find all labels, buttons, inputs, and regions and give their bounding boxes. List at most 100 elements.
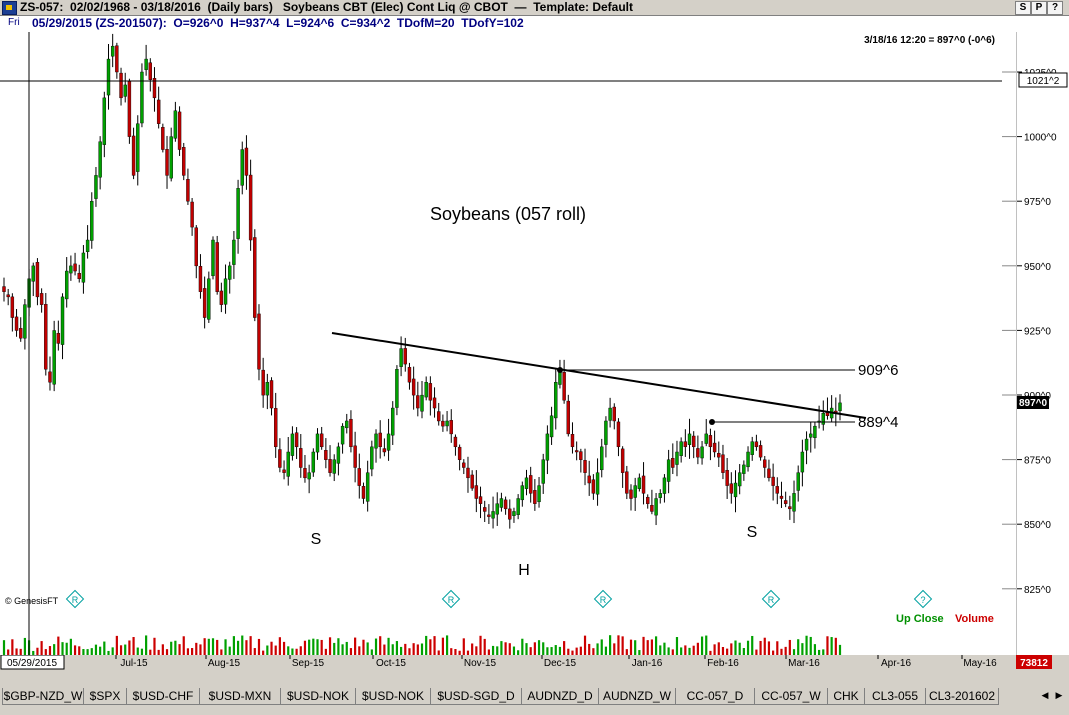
candle-body <box>299 448 303 468</box>
tab-scroll-left-icon[interactable]: ◀ <box>1040 688 1050 702</box>
candle-body <box>750 441 754 455</box>
candle-body <box>804 438 809 451</box>
candle-body <box>650 505 654 512</box>
symbol-tab[interactable]: $GBP-NZD_W <box>2 688 84 705</box>
report-marker[interactable]: R <box>593 589 613 609</box>
price-tick-label: 950^0 <box>1024 262 1051 273</box>
symbol-tab[interactable]: $USD-MXN <box>199 688 281 705</box>
symbol-tab[interactable]: $USD-SGD_D <box>430 688 522 705</box>
candle-body <box>131 135 136 176</box>
price-chart[interactable]: 3/18/16 12:20 = 897^0 (-0^6) Soybeans (0… <box>0 32 1016 655</box>
candle-body <box>228 265 232 280</box>
date-tick-label: Jan-16 <box>632 658 663 669</box>
symbol-tab[interactable]: $SPX <box>83 688 127 705</box>
volume-value: 73812 <box>1020 658 1048 669</box>
candle-body <box>223 278 228 305</box>
bar-info-strip: Fri 05/29/2015 (ZS-201507): O=926^0 H=93… <box>0 16 1069 32</box>
candle-body <box>625 471 629 494</box>
report-marker[interactable]: R <box>761 589 781 609</box>
unknown-marker[interactable]: ? <box>913 589 933 609</box>
candle-body <box>391 407 395 436</box>
candle-body <box>240 149 244 186</box>
candle-body <box>81 252 86 283</box>
candle-body <box>315 433 320 453</box>
candle-body <box>654 498 658 516</box>
candle-body <box>788 506 792 510</box>
date-tick-label: Feb-16 <box>707 658 739 669</box>
candle-body <box>457 446 462 460</box>
candle-body <box>186 179 190 202</box>
symbol-tab[interactable]: $USD-CHF <box>126 688 200 705</box>
candle-body <box>696 448 700 458</box>
candle-body <box>73 263 77 272</box>
candle-body <box>215 242 219 292</box>
candle-body <box>127 81 132 137</box>
date-tick-label: Nov-15 <box>464 658 497 669</box>
app-icon <box>2 1 17 15</box>
candle-body <box>182 147 186 176</box>
candle-body <box>278 449 282 468</box>
candle-body <box>491 511 495 519</box>
candle-body <box>508 508 512 520</box>
symbol-tab[interactable]: AUDNZD_W <box>598 688 676 705</box>
candle-body <box>796 472 800 491</box>
candle-body <box>416 395 420 409</box>
report-marker[interactable]: R <box>65 589 85 609</box>
candle-body <box>173 110 178 139</box>
candle-body <box>269 380 274 409</box>
candle-body <box>562 372 566 401</box>
level-anchor-low[interactable] <box>709 419 715 425</box>
date-tick-label: May-16 <box>963 658 997 669</box>
s-button[interactable]: S <box>1015 1 1031 15</box>
candle-body <box>332 459 336 474</box>
candle-body <box>349 418 353 448</box>
left-shoulder-label: S <box>311 531 322 548</box>
candle-body <box>98 141 102 178</box>
level-anchor-high[interactable] <box>557 367 563 373</box>
candle-body <box>202 288 207 318</box>
candle-body <box>44 304 48 370</box>
candle-body <box>746 451 750 468</box>
candle-body <box>583 460 587 473</box>
price-tick-label: 875^0 <box>1024 456 1051 467</box>
last-quote-label: 3/18/16 12:20 = 897^0 (-0^6) <box>864 35 995 46</box>
candle-body <box>771 476 775 486</box>
candle-body <box>470 474 474 489</box>
head-label: H <box>518 562 530 579</box>
symbol-tab[interactable]: CL3-201602 <box>925 688 999 705</box>
symbol-tab[interactable]: CL3-055 <box>864 688 926 705</box>
price-tick-label: 975^0 <box>1024 197 1051 208</box>
candle-body <box>261 369 265 396</box>
candle-body <box>495 503 499 515</box>
candle-body <box>248 174 253 241</box>
report-marker[interactable]: R <box>441 589 461 609</box>
symbol-tab[interactable]: CC-057_W <box>754 688 828 705</box>
candle-body <box>6 294 10 298</box>
candle-body <box>683 441 688 448</box>
candle-body <box>662 477 667 494</box>
candle-body <box>48 371 52 383</box>
tab-scroll-right-icon[interactable]: ▶ <box>1054 688 1064 702</box>
candle-body <box>541 459 545 484</box>
candle-body <box>487 514 491 517</box>
candle-body <box>704 433 708 444</box>
candle-body <box>499 498 504 508</box>
symbol-tab[interactable]: $USD-NOK <box>280 688 356 705</box>
candle-body <box>437 411 441 422</box>
candle-body <box>424 382 428 398</box>
price-chart-canvas[interactable]: 3/18/16 12:20 = 897^0 (-0^6) Soybeans (0… <box>0 32 1016 655</box>
neckline-trendline[interactable] <box>331 332 867 419</box>
symbol-tab[interactable]: $USD-NOK <box>355 688 431 705</box>
symbol-tab[interactable]: AUDNZD_D <box>521 688 599 705</box>
date-axis[interactable]: Jul-15 Aug-15 Sep-15 Oct-15 Nov-15 Dec-15 Jan-… <box>0 654 1016 670</box>
candle-body <box>445 420 449 427</box>
candle-body <box>579 451 583 460</box>
p-button[interactable]: P <box>1031 1 1047 15</box>
crosshair-price: 1021^2 <box>1027 76 1060 87</box>
help-button[interactable]: ? <box>1047 1 1063 15</box>
price-axis[interactable]: 1025^01000^0975^0950^0925^0900^0875^0850… <box>1016 32 1069 655</box>
symbol-tab[interactable]: CC-057_D <box>675 688 755 705</box>
candle-body <box>378 432 382 448</box>
candle-body <box>244 147 249 176</box>
symbol-tab[interactable]: CHK <box>827 688 865 705</box>
